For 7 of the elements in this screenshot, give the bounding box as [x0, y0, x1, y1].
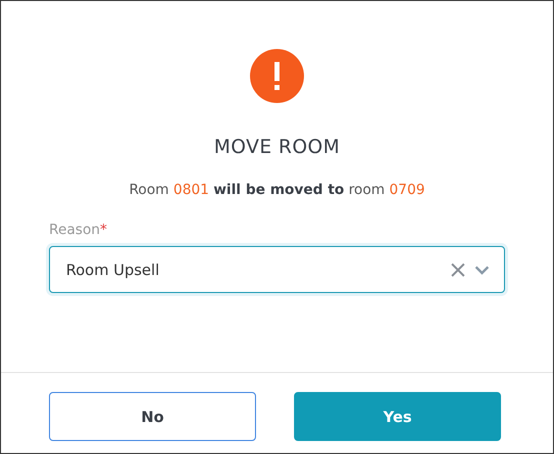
move-message: Room 0801 will be moved to room 0709 — [129, 182, 425, 198]
reason-select[interactable]: Room Upsell — [49, 246, 505, 293]
dialog-title: MOVE ROOM — [214, 136, 340, 158]
cancel-button[interactable]: No — [49, 392, 256, 441]
field-label: Reason* — [49, 222, 108, 238]
warning-icon — [250, 49, 304, 103]
clear-icon[interactable] — [450, 262, 466, 278]
